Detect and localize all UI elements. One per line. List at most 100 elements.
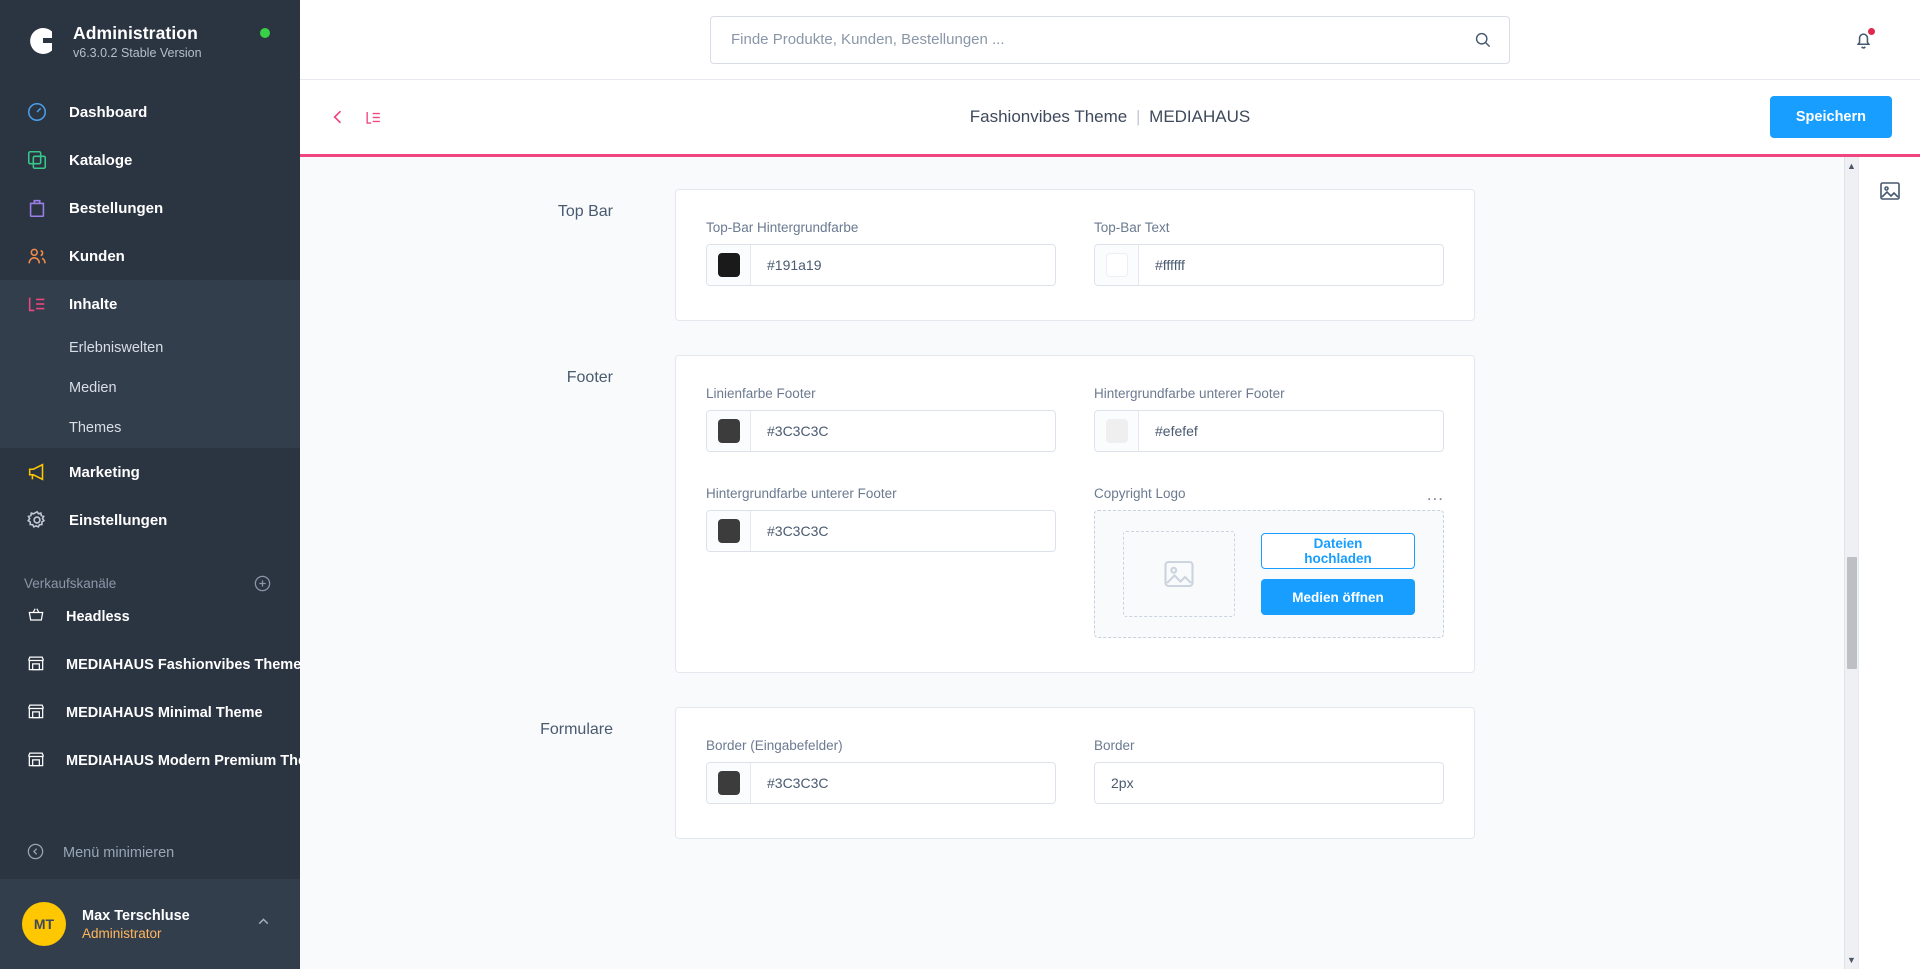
megaphone-icon — [24, 460, 49, 485]
sidebar-channel-fashionvibes[interactable]: MEDIAHAUS Fashionvibes Theme — [0, 641, 300, 689]
section-label: Footer — [300, 355, 675, 673]
sidebar-subitem-label: Themes — [69, 420, 121, 436]
sidebar-item-bestellungen[interactable]: Bestellungen — [0, 184, 300, 232]
color-swatch — [718, 519, 740, 543]
collapse-left-icon — [26, 842, 45, 865]
sidebar-item-label: Dashboard — [69, 104, 147, 121]
color-input-group[interactable] — [1094, 410, 1444, 452]
color-input-group[interactable] — [1094, 244, 1444, 286]
open-media-button[interactable]: Medien öffnen — [1261, 579, 1415, 615]
section-card: Linienfarbe Footer Hintergrundfarbe unte… — [675, 355, 1475, 673]
field-label: Border (Eingabefelder) — [706, 738, 1056, 753]
notifications-bell-icon[interactable] — [1852, 28, 1875, 56]
field-top-bar-hintergrundfarbe: Top-Bar Hintergrundfarbe — [706, 220, 1056, 286]
sidebar: Administration v6.3.0.2 Stable Version D… — [0, 0, 300, 969]
sidebar-channel-minimal[interactable]: MEDIAHAUS Minimal Theme — [0, 689, 300, 737]
color-input-group[interactable] — [706, 510, 1056, 552]
vertical-scrollbar[interactable]: ▲ ▼ — [1844, 157, 1858, 969]
search-input[interactable] — [710, 16, 1510, 64]
scroll-up-arrow-icon[interactable]: ▲ — [1845, 161, 1858, 171]
add-sales-channel-icon[interactable] — [253, 574, 272, 593]
gear-icon — [24, 508, 49, 533]
page-title: Fashionvibes Theme | MEDIAHAUS — [300, 107, 1920, 127]
sidebar-item-einstellungen[interactable]: Einstellungen — [0, 496, 300, 544]
color-value-input[interactable] — [751, 763, 1055, 803]
dashboard-icon — [24, 100, 49, 125]
sidebar-item-label: Bestellungen — [69, 200, 163, 217]
media-dropzone[interactable]: Dateien hochladen Medien öffnen — [1094, 510, 1444, 638]
sidebar-channel-label: MEDIAHAUS Minimal Theme — [66, 705, 263, 721]
color-value-input[interactable] — [1139, 411, 1443, 451]
storefront-icon — [26, 749, 46, 773]
minimize-menu-button[interactable]: Menü minimieren — [0, 827, 300, 879]
field-context-menu-icon[interactable]: ... — [1427, 490, 1444, 506]
field-label: Hintergrundfarbe unterer Footer — [1094, 386, 1444, 401]
back-button[interactable] — [328, 107, 348, 127]
content-icon — [24, 292, 49, 317]
status-dot-icon — [260, 28, 270, 38]
color-value-input[interactable] — [751, 511, 1055, 551]
search-wrapper — [710, 16, 1510, 64]
user-role: Administrator — [82, 926, 190, 941]
sidebar-channel-headless[interactable]: Headless — [0, 593, 300, 641]
color-swatch — [718, 253, 740, 277]
brand-title: Administration — [73, 23, 202, 44]
color-value-input[interactable] — [751, 411, 1055, 451]
sidebar-group-inhalte: Inhalte Erlebniswelten Medien Themes — [0, 280, 300, 448]
sidebar-subitem-label: Erlebniswelten — [69, 340, 163, 356]
scroll-down-arrow-icon[interactable]: ▼ — [1845, 955, 1858, 965]
sidebar-item-erlebniswelten[interactable]: Erlebniswelten — [0, 328, 300, 368]
field-border-eingabefelder: Border (Eingabefelder) — [706, 738, 1056, 804]
sidebar-item-kunden[interactable]: Kunden — [0, 232, 300, 280]
media-preview-icon[interactable] — [1878, 179, 1902, 208]
border-width-input[interactable] — [1094, 762, 1444, 804]
field-label: Top-Bar Hintergrundfarbe — [706, 220, 1056, 235]
sidebar-item-kataloge[interactable]: Kataloge — [0, 136, 300, 184]
save-button[interactable]: Speichern — [1770, 96, 1892, 138]
search-icon[interactable] — [1473, 30, 1492, 54]
sales-channels-heading: Verkaufskanäle — [0, 576, 116, 591]
user-profile[interactable]: MT Max Terschluse Administrator — [0, 879, 300, 969]
sidebar-item-marketing[interactable]: Marketing — [0, 448, 300, 496]
field-label: Linienfarbe Footer — [706, 386, 1056, 401]
field-label: Hintergrundfarbe unterer Footer — [706, 486, 1056, 501]
sidebar-brand[interactable]: Administration v6.3.0.2 Stable Version — [0, 0, 300, 70]
customers-icon — [24, 244, 49, 269]
color-swatch-button[interactable] — [707, 245, 751, 285]
color-swatch-button[interactable] — [1095, 411, 1139, 451]
color-swatch-button[interactable] — [707, 763, 751, 803]
sidebar-item-label: Einstellungen — [69, 512, 167, 529]
color-swatch-button[interactable] — [707, 411, 751, 451]
color-swatch-button[interactable] — [1095, 245, 1139, 285]
color-swatch — [1106, 419, 1128, 443]
color-input-group[interactable] — [706, 762, 1056, 804]
sidebar-item-themes[interactable]: Themes — [0, 408, 300, 448]
avatar: MT — [22, 902, 66, 946]
color-value-input[interactable] — [751, 245, 1055, 285]
color-input-group[interactable] — [706, 244, 1056, 286]
sidebar-nav: Dashboard Kataloge Bestellungen — [0, 88, 300, 544]
sidebar-item-label: Marketing — [69, 464, 140, 481]
upload-files-button[interactable]: Dateien hochladen — [1261, 533, 1415, 569]
color-swatch — [718, 771, 740, 795]
basket-icon — [26, 605, 46, 629]
sidebar-item-inhalte[interactable]: Inhalte — [0, 280, 300, 328]
color-swatch-button[interactable] — [707, 511, 751, 551]
sidebar-item-label: Kataloge — [69, 152, 132, 169]
chevron-up-icon[interactable] — [255, 913, 272, 935]
color-swatch — [718, 419, 740, 443]
scrollbar-thumb[interactable] — [1847, 557, 1857, 669]
color-value-input[interactable] — [1139, 245, 1443, 285]
global-topbar — [300, 0, 1920, 80]
section-footer: Footer Linienfarbe Footer — [300, 355, 1844, 673]
page-title-main: Fashionvibes Theme — [970, 107, 1128, 126]
content-context-icon[interactable] — [364, 108, 383, 127]
sidebar-item-dashboard[interactable]: Dashboard — [0, 88, 300, 136]
sidebar-item-medien[interactable]: Medien — [0, 368, 300, 408]
color-input-group[interactable] — [706, 410, 1056, 452]
field-label: Border — [1094, 738, 1444, 753]
sidebar-channel-modern-premium[interactable]: MEDIAHAUS Modern Premium Theme — [0, 737, 300, 785]
brand-version: v6.3.0.2 Stable Version — [73, 46, 202, 60]
image-placeholder-icon — [1123, 531, 1235, 617]
sidebar-item-label: Inhalte — [69, 296, 117, 313]
